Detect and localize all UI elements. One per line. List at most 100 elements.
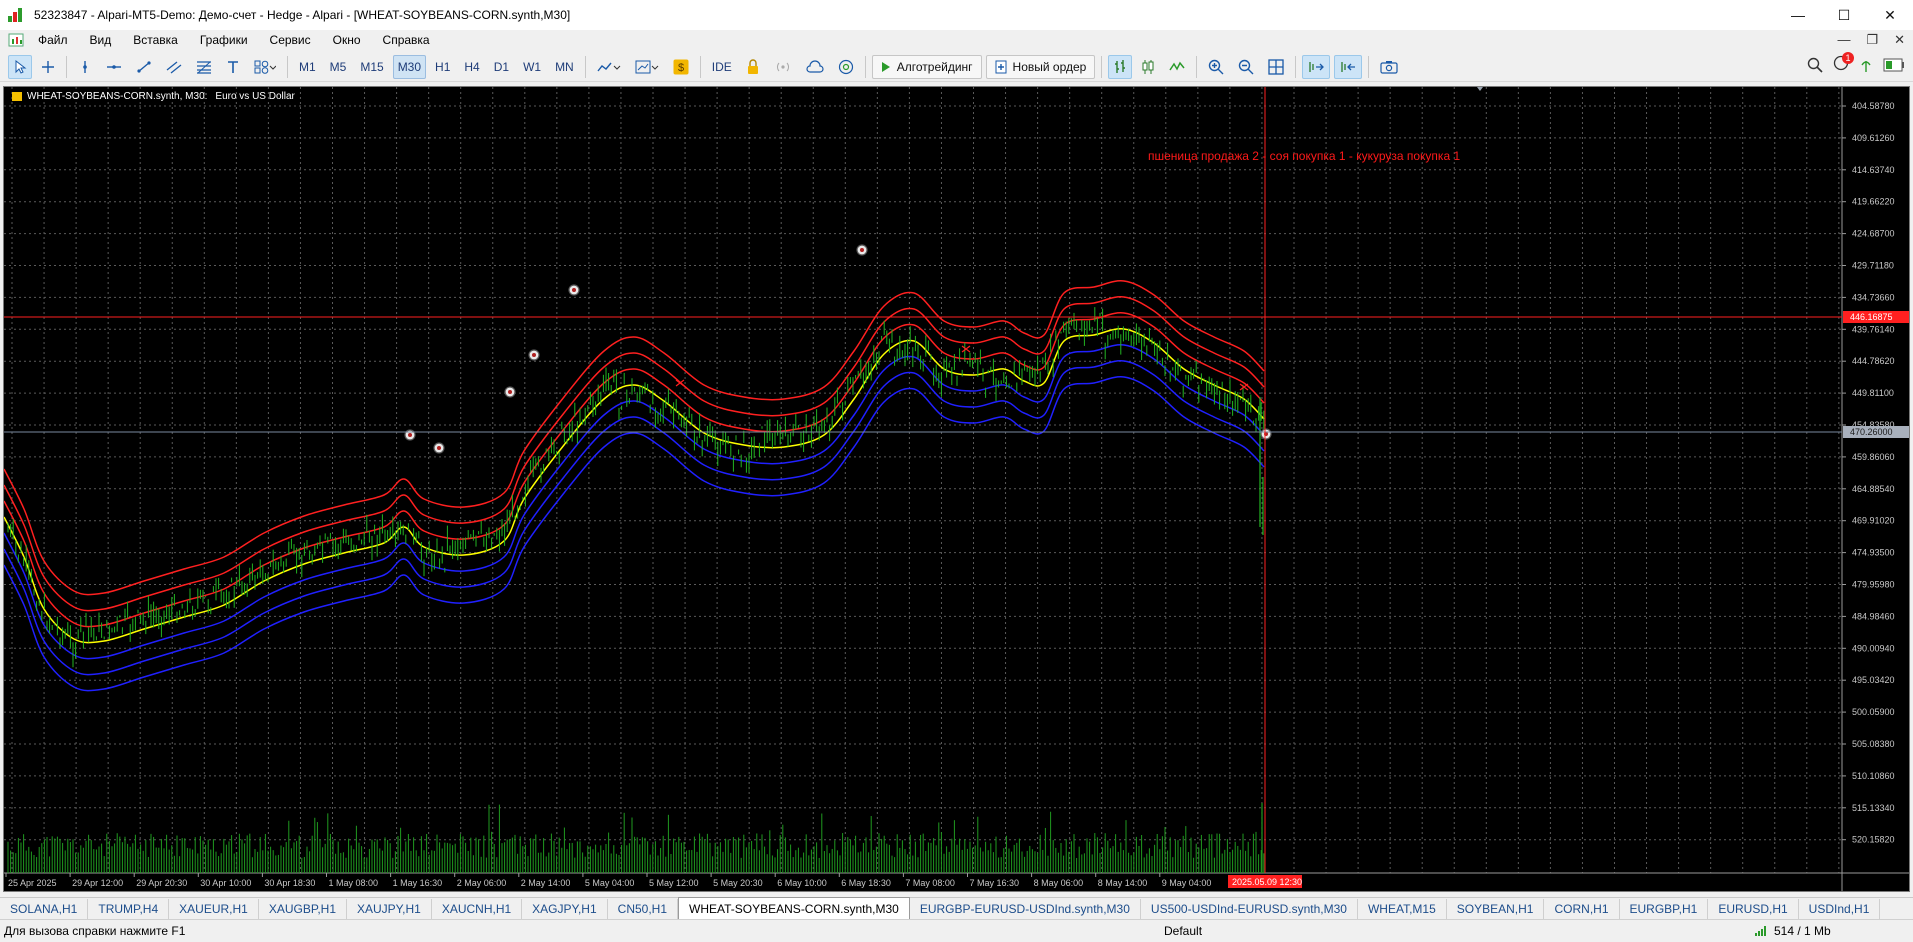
chart-shift-marker-icon[interactable]	[1477, 87, 1483, 91]
main-toolbar: M1 M5 M15 M30 H1 H4 D1 W1 MN $ IDE Алгот…	[0, 52, 1913, 82]
candlestick-icon	[1142, 59, 1154, 74]
battery-icon	[1883, 58, 1904, 71]
timeframe-m15[interactable]: M15	[355, 55, 388, 79]
price-label: 515.13340	[1852, 803, 1895, 813]
lock-button[interactable]	[741, 55, 765, 79]
trendline-button[interactable]	[131, 55, 157, 79]
timeframe-d1[interactable]: D1	[489, 55, 514, 79]
notifications-button[interactable]: 1	[1833, 52, 1854, 74]
minimize-button[interactable]: —	[1775, 0, 1821, 30]
timeframe-h4[interactable]: H4	[459, 55, 484, 79]
signal-strength-icon[interactable]	[1859, 57, 1873, 73]
time-label: 8 May 06:00	[1034, 878, 1084, 888]
symbol-flag-icon	[12, 92, 22, 101]
menu-file[interactable]: Файл	[38, 33, 79, 47]
chart-tab[interactable]: SOYBEAN,H1	[1447, 899, 1545, 919]
price-label: 414.63740	[1852, 165, 1895, 175]
status-profile[interactable]: Default	[1164, 924, 1754, 938]
zoom-out-icon	[1239, 59, 1254, 74]
autoscroll-button[interactable]	[1302, 54, 1331, 79]
algotrading-label: Алготрейдинг	[896, 59, 973, 74]
close-button[interactable]: ✕	[1867, 0, 1913, 30]
time-label: 5 May 04:00	[585, 878, 635, 888]
chart-tab[interactable]: XAUEUR,H1	[169, 899, 259, 919]
text-tool-button[interactable]	[221, 55, 245, 79]
candlestick-button[interactable]	[1136, 55, 1160, 79]
chart-tab[interactable]: EURGBP-EURUSD-USDInd.synth,M30	[910, 899, 1141, 919]
market-button[interactable]: $	[668, 55, 694, 79]
chart-tab[interactable]: CORN,H1	[1544, 899, 1620, 919]
time-label: 30 Apr 10:00	[200, 878, 251, 888]
time-label: 8 May 14:00	[1098, 878, 1148, 888]
play-icon	[881, 61, 890, 72]
price-label: 434.73660	[1852, 292, 1895, 302]
timeframe-h1[interactable]: H1	[430, 55, 455, 79]
timeframe-m30[interactable]: M30	[392, 54, 427, 79]
chart-shift-button[interactable]	[1334, 54, 1363, 79]
chart-tab[interactable]: TRUMP,H4	[88, 899, 170, 919]
timeframe-mn[interactable]: MN	[550, 55, 579, 79]
templates-dropdown[interactable]	[630, 55, 664, 79]
child-minimize-button[interactable]: —	[1837, 32, 1850, 48]
chart-tab[interactable]: USDInd,H1	[1799, 899, 1881, 919]
search-icon[interactable]	[1807, 57, 1823, 73]
status-connection[interactable]: 514 / 1 Mb	[1754, 924, 1831, 938]
chart-tab[interactable]: XAUCNH,H1	[432, 899, 523, 919]
timeframe-w1[interactable]: W1	[518, 55, 546, 79]
time-label: 25 Apr 2025	[8, 878, 57, 888]
vps-button[interactable]	[801, 55, 829, 79]
time-label: 2 May 14:00	[521, 878, 571, 888]
signals-button[interactable]	[769, 55, 797, 79]
connection-traffic: 514 / 1 Mb	[1774, 924, 1831, 938]
community-button[interactable]	[833, 55, 859, 79]
screenshot-button[interactable]	[1375, 55, 1403, 79]
menu-service[interactable]: Сервис	[259, 33, 322, 47]
chart-tab[interactable]: XAUGBP,H1	[259, 899, 347, 919]
band-upper-1	[4, 312, 1265, 628]
shapes-dropdown-button[interactable]	[249, 55, 281, 79]
chart-tab[interactable]: EURUSD,H1	[1708, 899, 1799, 919]
time-label: 7 May 16:30	[970, 878, 1020, 888]
horizontal-line-button[interactable]	[101, 55, 127, 79]
channel-button[interactable]	[161, 55, 187, 79]
price-label: 419.66220	[1852, 197, 1895, 207]
menu-charts[interactable]: Графики	[189, 33, 259, 47]
algotrading-button[interactable]: Алготрейдинг	[871, 54, 982, 79]
new-order-button[interactable]: Новый ордер	[985, 54, 1096, 79]
price-chart[interactable]: 404.58780 409.61260 414.63740 419.66220 424.…	[3, 86, 1910, 892]
line-chart-button[interactable]	[1164, 55, 1190, 79]
chart-type-dropdown[interactable]	[592, 55, 626, 79]
chart-tab[interactable]: XAGJPY,H1	[522, 899, 608, 919]
chart-tab[interactable]: WHEAT,M15	[1358, 899, 1447, 919]
menu-help[interactable]: Справка	[372, 33, 441, 47]
chart-tab[interactable]: CN50,H1	[608, 899, 679, 919]
fibonacci-button[interactable]	[191, 55, 217, 79]
ide-button[interactable]: IDE	[707, 55, 737, 79]
menu-window[interactable]: Окно	[322, 33, 372, 47]
chart-tab[interactable]: EURGBP,H1	[1620, 899, 1709, 919]
cursor-tool-button[interactable]	[8, 54, 32, 79]
child-restore-button[interactable]: ❐	[1866, 32, 1878, 48]
chart-tab[interactable]: US500-USDInd-EURUSD.synth,M30	[1141, 899, 1358, 919]
vertical-line-button[interactable]	[73, 55, 97, 79]
chart-shift-icon	[1341, 61, 1356, 72]
maximize-button[interactable]: ☐	[1821, 0, 1867, 30]
trade-marker-dot	[572, 288, 576, 292]
timeframe-m1[interactable]: M1	[294, 55, 321, 79]
chart-canvas[interactable]: 404.58780 409.61260 414.63740 419.66220 424.…	[4, 87, 1910, 892]
zoom-out-button[interactable]	[1233, 55, 1259, 79]
menu-view[interactable]: Вид	[79, 33, 123, 47]
trade-marker-dot	[508, 390, 512, 394]
timeframe-m5[interactable]: M5	[325, 55, 352, 79]
trade-marker-dot	[408, 433, 412, 437]
crosshair-tool-button[interactable]	[36, 55, 60, 79]
chart-tab[interactable]: WHEAT-SOYBEANS-CORN.synth,M30	[678, 897, 910, 919]
bar-chart-button[interactable]	[1108, 54, 1133, 79]
chart-tab[interactable]: SOLANA,H1	[0, 899, 89, 919]
tile-windows-button[interactable]	[1263, 55, 1289, 79]
chart-tab[interactable]: XAUJPY,H1	[347, 899, 432, 919]
child-close-button[interactable]: ✕	[1894, 32, 1905, 48]
zoom-in-button[interactable]	[1203, 55, 1229, 79]
zoom-in-icon	[1209, 59, 1224, 74]
menu-insert[interactable]: Вставка	[122, 33, 189, 47]
